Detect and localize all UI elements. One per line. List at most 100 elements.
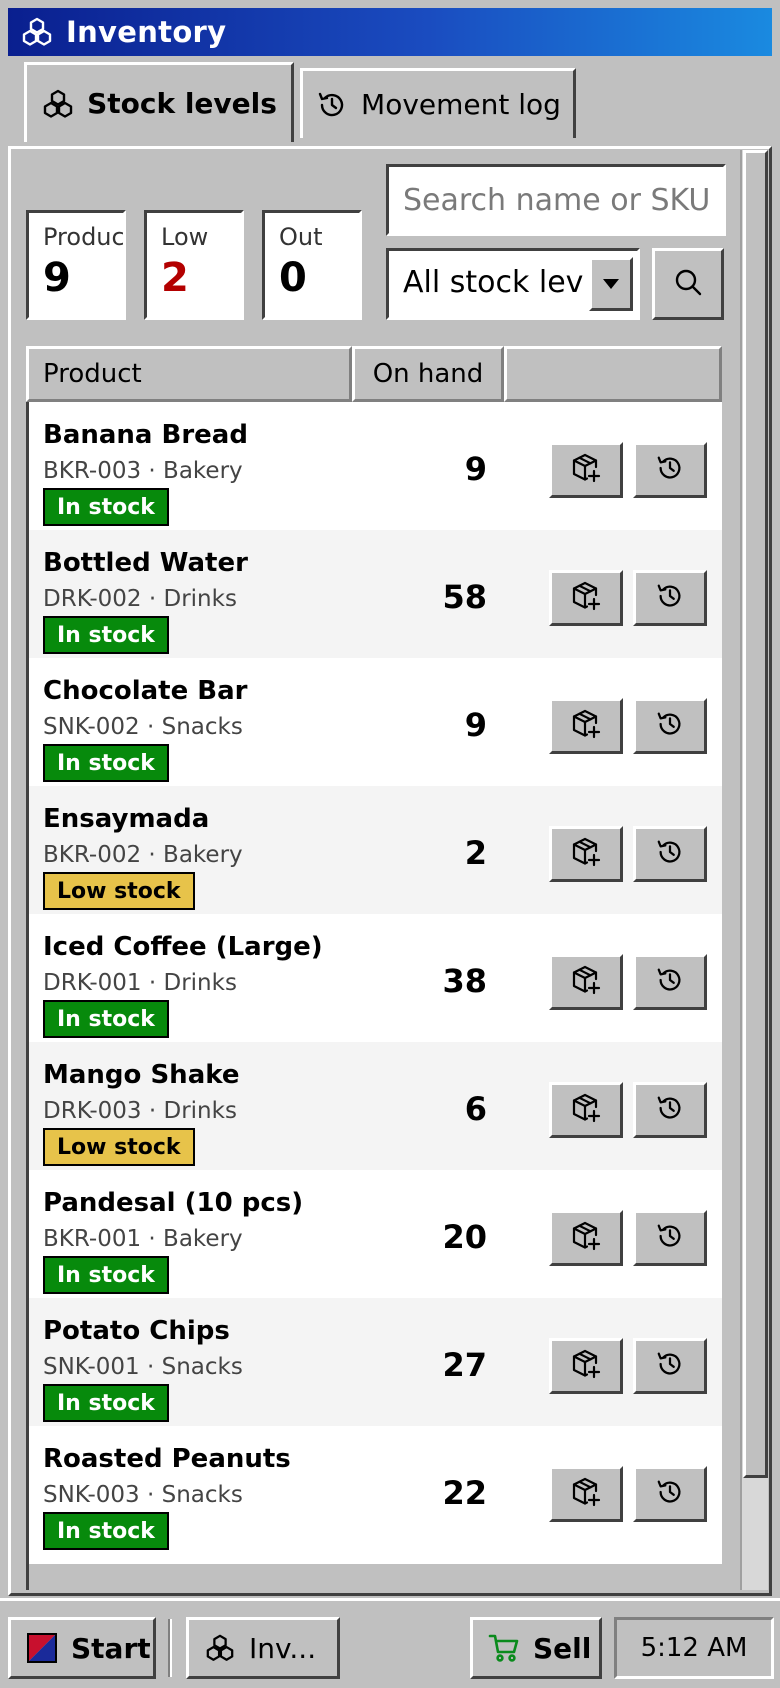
table-row[interactable]: Potato Chips SNK-001 · Snacks In stock 2… [29,1298,722,1436]
product-name: Roasted Peanuts [43,1444,291,1474]
product-name: Iced Coffee (Large) [43,932,323,962]
boxes-icon [41,87,75,121]
stat-products: Products 9 [26,210,126,320]
table-row[interactable]: Chocolate Bar SNK-002 · Snacks In stock … [29,658,722,796]
taskbar-app-label: Inv... [249,1631,317,1665]
on-hand-quantity: 38 [442,962,487,1000]
status-badge: In stock [43,616,169,654]
product-sku-category: BKR-002 · Bakery [43,842,243,868]
table-header: Product On hand [26,346,722,402]
history-icon [655,1221,685,1255]
history-icon [655,965,685,999]
sell-button[interactable]: Sell [470,1617,602,1679]
table-row[interactable]: Iced Coffee (Large) DRK-001 · Drinks In … [29,914,722,1052]
receive-stock-button[interactable] [549,826,623,882]
column-header-actions [504,346,722,402]
on-hand-quantity: 9 [464,706,487,744]
product-sku-category: SNK-001 · Snacks [43,1354,243,1380]
column-header-product[interactable]: Product [26,346,352,402]
on-hand-quantity: 9 [464,450,487,488]
chevron-down-icon [602,275,620,294]
receive-stock-button[interactable] [549,442,623,498]
stat-value: 0 [279,255,307,301]
search-icon [673,267,703,301]
history-icon [655,1477,685,1511]
movement-history-button[interactable] [633,954,707,1010]
scrollbar-thumb[interactable] [743,150,768,1478]
stat-value: 2 [161,255,189,301]
search-input[interactable] [386,164,726,236]
history-icon [655,1349,685,1383]
movement-history-button[interactable] [633,442,707,498]
product-list: Banana Bread BKR-003 · Bakery In stock 9 [26,402,722,1590]
package-plus-icon [570,452,602,488]
movement-history-button[interactable] [633,698,707,754]
sell-label: Sell [533,1631,592,1665]
status-badge: Low stock [43,1128,195,1166]
search-button[interactable] [652,248,724,320]
history-icon [655,1093,685,1127]
product-sku-category: SNK-002 · Snacks [43,714,243,740]
product-sku-category: BKR-003 · Bakery [43,458,243,484]
tab-stock-levels[interactable]: Stock levels [24,62,294,142]
window-title: Inventory [66,15,227,49]
stat-low: Low 2 [144,210,244,320]
history-icon [655,581,685,615]
product-name: Banana Bread [43,420,248,450]
title-bar: Inventory [8,8,772,56]
history-icon [655,709,685,743]
table-row[interactable]: Mango Shake DRK-003 · Drinks Low stock 6 [29,1042,722,1180]
product-sku-category: DRK-003 · Drinks [43,1098,237,1124]
inventory-window: Inventory Stock levels Movement log Prod… [0,0,780,1688]
tab-label: Movement log [361,88,561,121]
package-plus-icon [570,1092,602,1128]
package-plus-icon [570,580,602,616]
movement-history-button[interactable] [633,1082,707,1138]
receive-stock-button[interactable] [549,698,623,754]
product-name: Chocolate Bar [43,676,248,706]
movement-history-button[interactable] [633,826,707,882]
receive-stock-button[interactable] [549,1338,623,1394]
receive-stock-button[interactable] [549,570,623,626]
package-plus-icon [570,708,602,744]
table-row[interactable]: Banana Bread BKR-003 · Bakery In stock 9 [29,402,722,540]
on-hand-quantity: 6 [464,1090,487,1128]
taskbar-separator [168,1619,172,1677]
package-plus-icon [570,1476,602,1512]
movement-history-button[interactable] [633,1466,707,1522]
dropdown-button[interactable] [589,257,633,311]
table-row[interactable]: Pandesal (10 pcs) BKR-001 · Bakery In st… [29,1170,722,1308]
receive-stock-button[interactable] [549,1210,623,1266]
cart-icon [487,1631,521,1665]
stat-label: Out [279,223,323,251]
vertical-scrollbar[interactable] [740,150,768,1590]
receive-stock-button[interactable] [549,1082,623,1138]
receive-stock-button[interactable] [549,1466,623,1522]
column-header-on-hand[interactable]: On hand [352,346,504,402]
history-icon [655,453,685,487]
product-name: Bottled Water [43,548,248,578]
tab-label: Stock levels [87,87,277,120]
table-row[interactable]: Ensaymada BKR-002 · Bakery Low stock 2 [29,786,722,924]
stat-label: Products [43,223,125,251]
product-name: Ensaymada [43,804,210,834]
status-badge: Low stock [43,872,195,910]
product-sku-category: DRK-001 · Drinks [43,970,237,996]
movement-history-button[interactable] [633,1338,707,1394]
taskbar-inventory-button[interactable]: Inv... [186,1617,340,1679]
tab-bar: Stock levels Movement log [8,56,772,148]
stock-level-filter[interactable]: All stock levels [386,248,640,320]
receive-stock-button[interactable] [549,954,623,1010]
table-row[interactable]: Bottled Water DRK-002 · Drinks In stock … [29,530,722,668]
table-row[interactable]: Roasted Peanuts SNK-003 · Snacks In stoc… [29,1426,722,1564]
product-sku-category: SNK-003 · Snacks [43,1482,243,1508]
status-badge: In stock [43,744,169,782]
start-label: Start [71,1631,151,1665]
movement-history-button[interactable] [633,570,707,626]
status-badge: In stock [43,1384,169,1422]
stat-label: Low [161,223,209,251]
start-button[interactable]: Start [8,1617,156,1679]
tab-movement-log[interactable]: Movement log [300,68,576,138]
package-plus-icon [570,964,602,1000]
movement-history-button[interactable] [633,1210,707,1266]
